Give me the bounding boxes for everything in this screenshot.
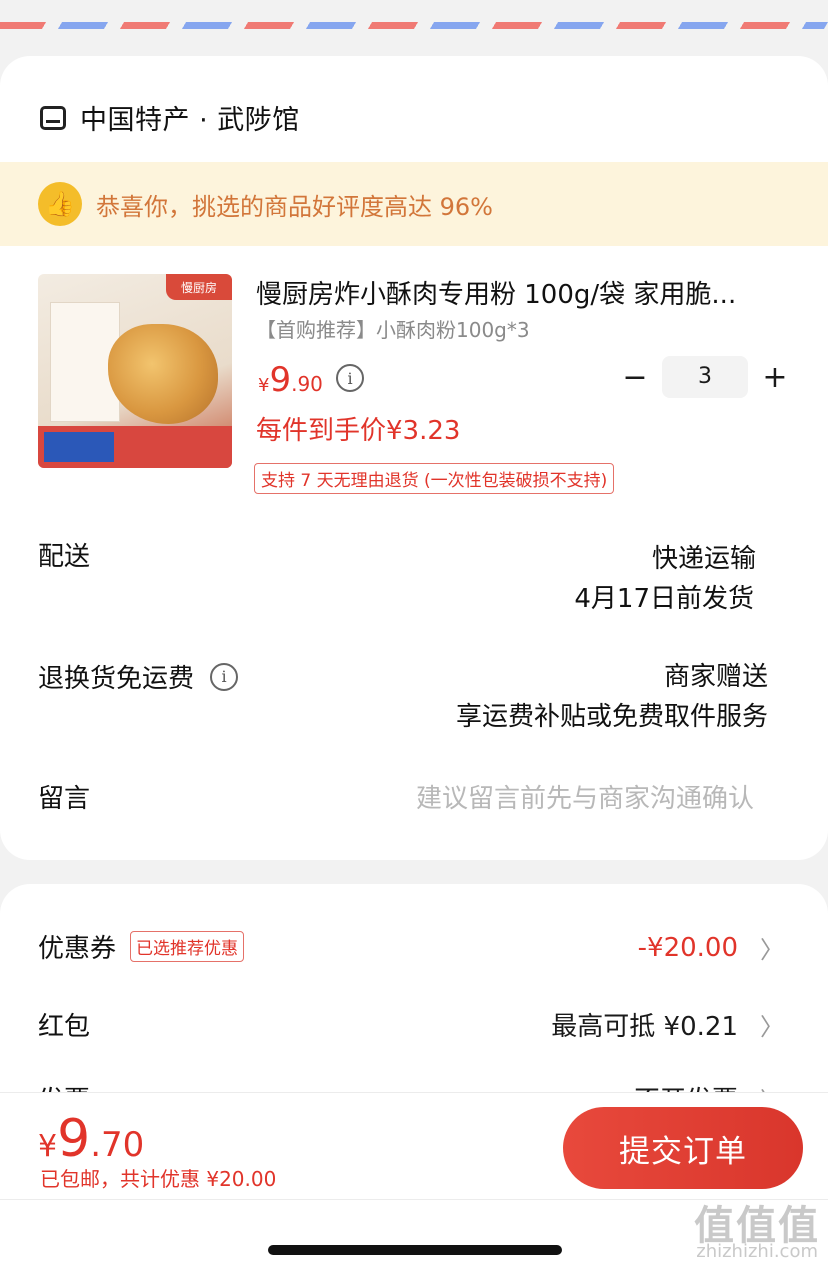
coupon-row[interactable]: 优惠券 已选推荐优惠 bbox=[38, 928, 245, 965]
red-packet-value: 最高可抵 ¥0.21 bbox=[551, 1012, 738, 1042]
return-policy-badge: 支持 7 天无理由退货 (一次性包装破损不支持) bbox=[254, 463, 615, 494]
product-brand-logo: 慢厨房 bbox=[166, 274, 232, 300]
quantity-increase-button[interactable]: + bbox=[760, 360, 790, 396]
total-decimal: .70 bbox=[90, 1125, 145, 1165]
shop-header[interactable]: 中国特产 · 武陟馆 bbox=[40, 98, 300, 137]
quantity-decrease-button[interactable]: − bbox=[622, 360, 648, 396]
coupon-label: 优惠券 bbox=[38, 934, 117, 964]
coupon-value-row[interactable]: -¥20.00 〉 bbox=[638, 930, 784, 965]
message-label: 留言 bbox=[38, 784, 91, 814]
red-packet-value-row[interactable]: 最高可抵 ¥0.21 〉 bbox=[551, 1006, 784, 1043]
chevron-right-icon: 〉 bbox=[760, 936, 784, 964]
return-shipping-row: 退换货免运费 i bbox=[38, 658, 239, 695]
rating-banner: 👍 恭喜你，挑选的商品好评度高达 96% bbox=[0, 162, 828, 246]
product-sku[interactable]: 【首购推荐】小酥肉粉100g*3 bbox=[256, 314, 530, 343]
total-discount-summary: 已包邮，共计优惠 ¥20.00 bbox=[40, 1167, 277, 1191]
thumbs-up-icon: 👍 bbox=[38, 182, 82, 226]
product-price-strip bbox=[38, 426, 232, 468]
price-decimal: .90 bbox=[291, 372, 323, 396]
quantity-input[interactable]: 3 bbox=[662, 356, 748, 398]
product-title[interactable]: 慢厨房炸小酥肉专用粉 100g/袋 家用脆... bbox=[256, 274, 776, 311]
return-shipping-desc: 享运费补贴或免费取件服务 bbox=[455, 702, 768, 732]
return-shipping-provider: 商家赠送 bbox=[663, 662, 768, 692]
submit-order-button[interactable]: 提交订单 bbox=[563, 1107, 803, 1189]
store-icon bbox=[40, 105, 66, 130]
shipping-label: 配送 bbox=[38, 542, 91, 572]
chevron-right-icon: 〉 bbox=[760, 1013, 784, 1041]
red-packet-label: 红包 bbox=[38, 1012, 91, 1042]
total-price: ¥ 9 .70 bbox=[38, 1109, 144, 1169]
product-image[interactable]: 慢厨房 bbox=[38, 274, 232, 468]
shipping-method[interactable]: 快递运输 bbox=[652, 538, 756, 575]
airmail-header bbox=[0, 0, 828, 30]
product-fried-pork-graphic bbox=[108, 324, 218, 424]
red-packet-row[interactable]: 红包 bbox=[38, 1006, 90, 1043]
total-integer: 9 bbox=[57, 1109, 91, 1169]
unit-price: 每件到手价¥3.23 bbox=[256, 416, 461, 446]
order-card: 中国特产 · 武陟馆 👍 恭喜你，挑选的商品好评度高达 96% 慢厨房 慢厨房炸… bbox=[0, 56, 828, 860]
coupon-value: -¥20.00 bbox=[637, 932, 738, 963]
price-integer: 9 bbox=[269, 360, 292, 400]
price-info-icon[interactable]: i bbox=[336, 364, 364, 392]
shipping-date: 4月17日前发货 bbox=[574, 584, 754, 614]
return-shipping-info-icon[interactable]: i bbox=[210, 662, 239, 691]
return-shipping-label: 退换货免运费 bbox=[38, 664, 195, 694]
checkout-bar: ¥ 9 .70 已包邮，共计优惠 ¥20.00 提交订单 值值值 zhizhiz… bbox=[0, 1092, 828, 1272]
total-currency: ¥ bbox=[38, 1129, 58, 1164]
watermark-url: zhizhizhi.com bbox=[696, 1241, 818, 1262]
rating-banner-text: 恭喜你，挑选的商品好评度高达 96% bbox=[96, 192, 493, 221]
message-input[interactable]: 建议留言前先与商家沟通确认 bbox=[416, 778, 754, 815]
airmail-stripe bbox=[0, 22, 828, 29]
price-currency: ¥ bbox=[258, 375, 270, 396]
product-price: ¥ 9 .90 bbox=[258, 360, 323, 400]
coupon-tag: 已选推荐优惠 bbox=[130, 931, 245, 962]
home-indicator[interactable] bbox=[268, 1245, 562, 1255]
shop-name: 中国特产 · 武陟馆 bbox=[80, 105, 300, 136]
